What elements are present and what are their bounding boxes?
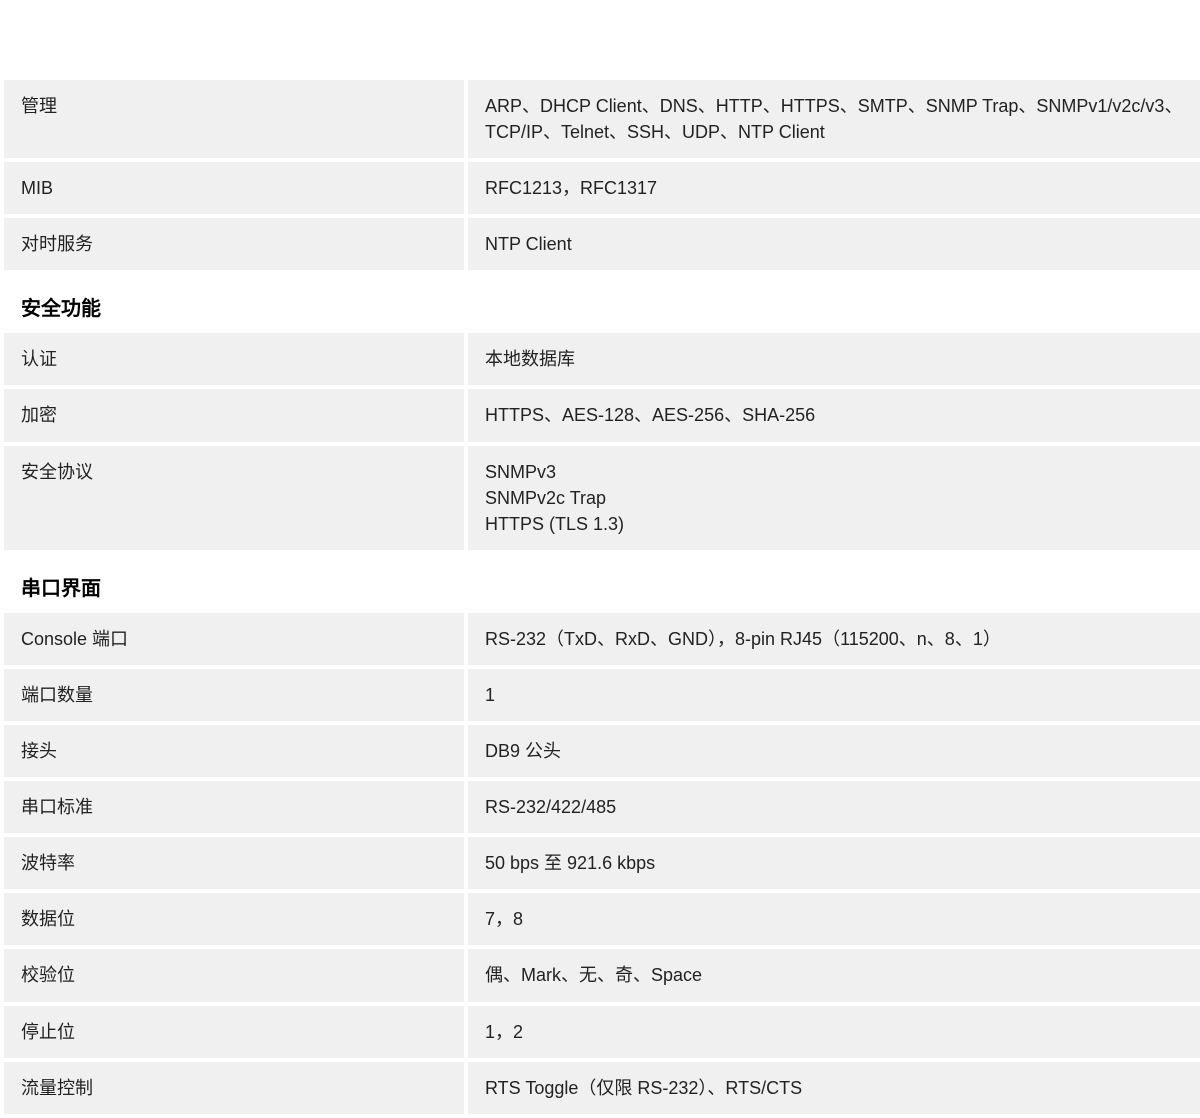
spec-row: 认证 本地数据库 [4,333,1200,385]
spec-value: 7，8 [468,893,1200,945]
spec-section-management: 管理 ARP、DHCP Client、DNS、HTTP、HTTPS、SMTP、S… [4,80,1200,270]
spec-label: Console 端口 [4,613,464,665]
spec-label: MIB [4,162,464,214]
spec-row: 接头 DB9 公头 [4,725,1200,777]
spec-label: 安全协议 [4,446,464,550]
spec-row: 端口数量 1 [4,669,1200,721]
spec-value: 偶、Mark、无、奇、Space [468,949,1200,1001]
spec-row: 校验位 偶、Mark、无、奇、Space [4,949,1200,1001]
spec-value: RS-232/422/485 [468,781,1200,833]
spec-label: 认证 [4,333,464,385]
spec-value: RTS Toggle（仅限 RS-232）、RTS/CTS [468,1062,1200,1114]
spec-value: 本地数据库 [468,333,1200,385]
spec-value: 1 [468,669,1200,721]
section-heading: 安全功能 [4,274,1200,333]
spec-value: RFC1213，RFC1317 [468,162,1200,214]
spec-value: ARP、DHCP Client、DNS、HTTP、HTTPS、SMTP、SNMP… [468,80,1200,158]
spec-row: 流量控制 RTS Toggle（仅限 RS-232）、RTS/CTS [4,1062,1200,1114]
spec-row: 停止位 1，2 [4,1006,1200,1058]
spec-value: 50 bps 至 921.6 kbps [468,837,1200,889]
spec-label: 端口数量 [4,669,464,721]
spec-row: 串口标准 RS-232/422/485 [4,781,1200,833]
spec-row: 管理 ARP、DHCP Client、DNS、HTTP、HTTPS、SMTP、S… [4,80,1200,158]
spec-label: 管理 [4,80,464,158]
spec-label: 停止位 [4,1006,464,1058]
spec-value: HTTPS、AES-128、AES-256、SHA-256 [468,389,1200,441]
section-heading: 串口界面 [4,554,1200,613]
spec-label: 接头 [4,725,464,777]
spec-row: 加密 HTTPS、AES-128、AES-256、SHA-256 [4,389,1200,441]
spec-label: 流量控制 [4,1062,464,1114]
spec-section-security: 安全功能 认证 本地数据库 加密 HTTPS、AES-128、AES-256、S… [4,274,1200,549]
spec-row: 波特率 50 bps 至 921.6 kbps [4,837,1200,889]
spec-value: SNMPv3 SNMPv2c Trap HTTPS (TLS 1.3) [468,446,1200,550]
spec-value: DB9 公头 [468,725,1200,777]
spec-row: Console 端口 RS-232（TxD、RxD、GND），8-pin RJ4… [4,613,1200,665]
spec-row: 对时服务 NTP Client [4,218,1200,270]
spec-label: 数据位 [4,893,464,945]
spec-section-serial: 串口界面 Console 端口 RS-232（TxD、RxD、GND），8-pi… [4,554,1200,1114]
spec-label: 校验位 [4,949,464,1001]
spec-label: 串口标准 [4,781,464,833]
spec-label: 对时服务 [4,218,464,270]
spec-value: RS-232（TxD、RxD、GND），8-pin RJ45（115200、n、… [468,613,1200,665]
spec-row: 安全协议 SNMPv3 SNMPv2c Trap HTTPS (TLS 1.3) [4,446,1200,550]
spec-label: 加密 [4,389,464,441]
spec-label: 波特率 [4,837,464,889]
spec-value: NTP Client [468,218,1200,270]
spec-value: 1，2 [468,1006,1200,1058]
spec-row: MIB RFC1213，RFC1317 [4,162,1200,214]
spec-row: 数据位 7，8 [4,893,1200,945]
